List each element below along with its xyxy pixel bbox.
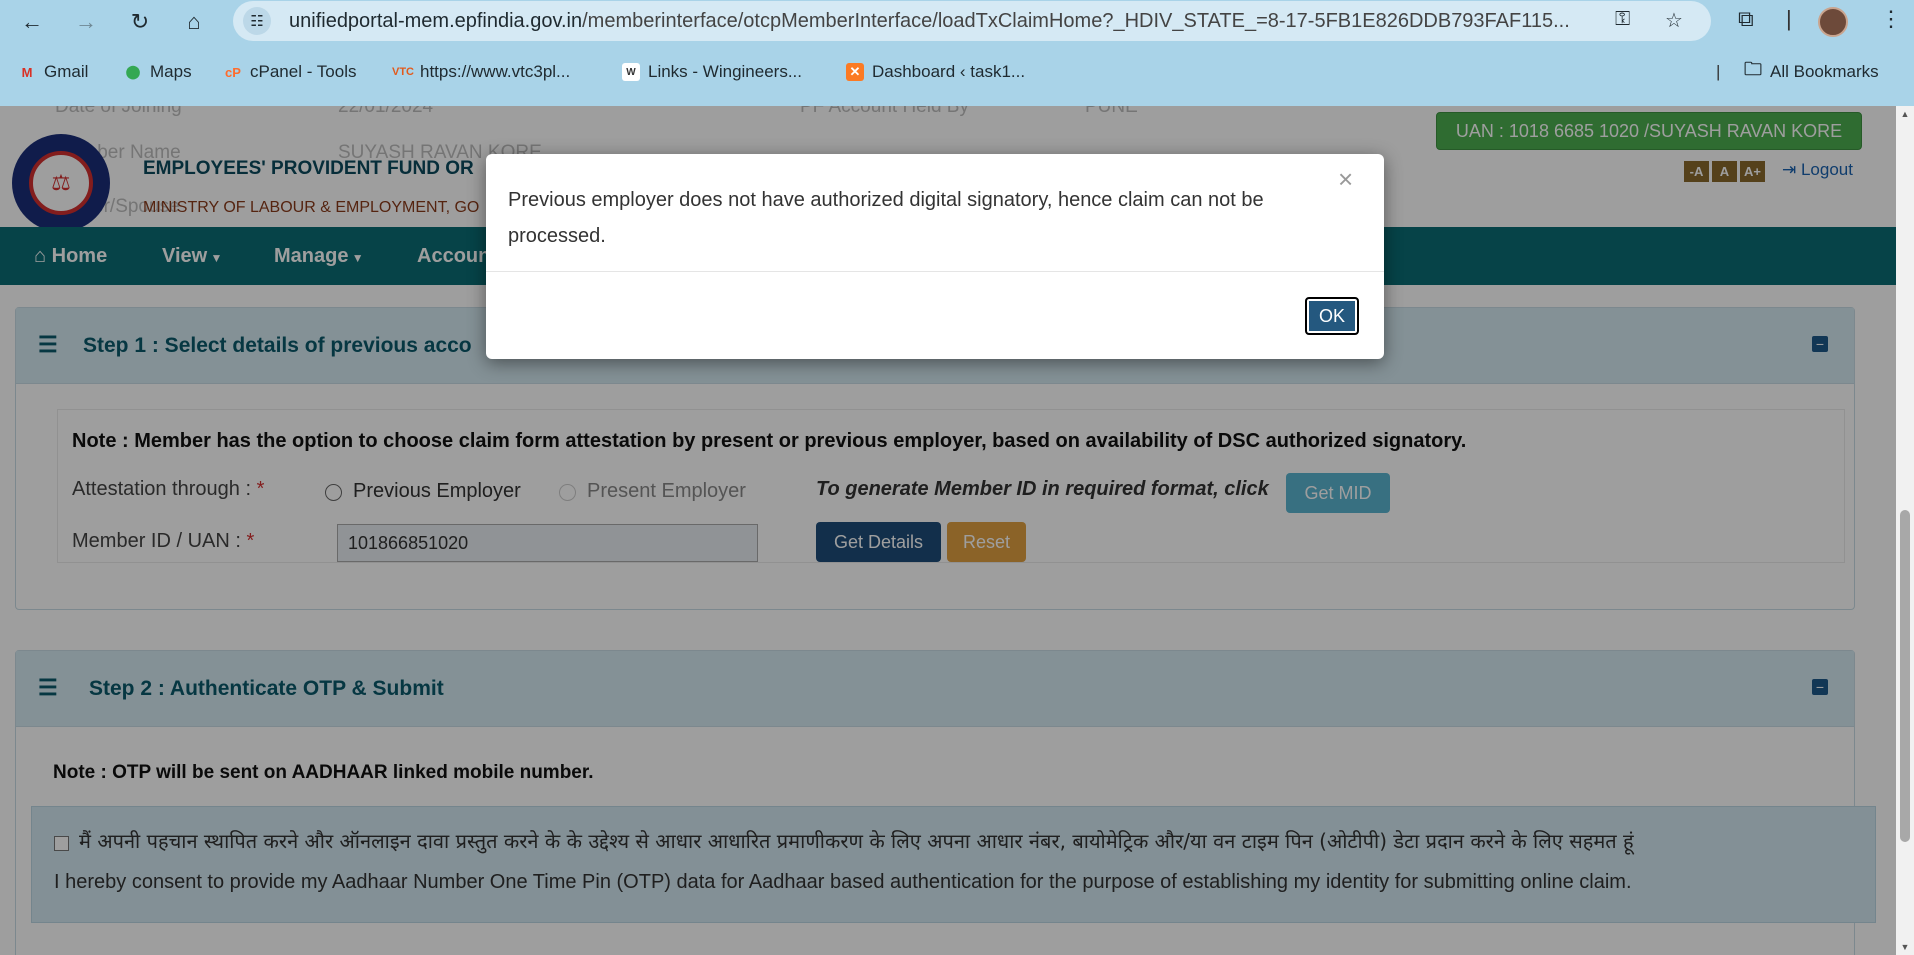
bookmark-label: Links - Wingineers... — [648, 62, 802, 81]
maps-icon: ⬤ — [125, 64, 141, 79]
extensions-icon[interactable]: ⧉ — [1738, 6, 1754, 32]
forward-icon[interactable]: → — [70, 6, 102, 38]
toolbar-divider: | — [1786, 6, 1792, 31]
bookmark-wingineers[interactable]: W Links - Wingineers... — [622, 62, 802, 82]
star-icon[interactable]: ☆ — [1665, 8, 1683, 33]
address-bar[interactable]: ☷ unifiedportal-mem.epfindia.gov.in/memb… — [233, 1, 1711, 41]
ok-button[interactable]: OK — [1305, 297, 1359, 335]
all-bookmarks-label: All Bookmarks — [1770, 62, 1879, 81]
bookmark-label: Maps — [150, 62, 192, 81]
scroll-up-icon[interactable]: ▲ — [1900, 109, 1910, 119]
browser-toolbar: ← → ↻ ⌂ ☷ unifiedportal-mem.epfindia.gov… — [0, 0, 1914, 42]
page-scrollbar[interactable]: ▲ ▼ — [1896, 106, 1914, 955]
wingineers-icon: W — [622, 63, 640, 81]
modal-divider — [486, 271, 1384, 272]
bookmark-cpanel[interactable]: cP cPanel - Tools — [224, 62, 356, 82]
bookmarks-divider: | — [1716, 62, 1721, 81]
bookmark-dashboard[interactable]: ✕ Dashboard ‹ task1... — [846, 62, 1025, 82]
vtc-icon: VTC — [392, 66, 414, 78]
bookmark-label: https://www.vtc3pl... — [420, 62, 571, 81]
bookmark-label: Gmail — [44, 62, 89, 81]
site-settings-icon[interactable]: ☷ — [243, 7, 271, 35]
close-icon[interactable]: × — [1338, 164, 1353, 195]
back-icon[interactable]: ← — [16, 6, 48, 38]
bookmark-vtc[interactable]: VTC https://www.vtc3pl... — [392, 62, 571, 82]
more-menu-icon[interactable]: ⋮ — [1880, 6, 1902, 32]
bookmark-label: cPanel - Tools — [250, 62, 357, 81]
gmail-icon: M — [21, 64, 33, 80]
bookmark-label: Dashboard ‹ task1... — [872, 62, 1026, 81]
alert-dialog: Previous employer does not have authoriz… — [486, 154, 1384, 359]
all-bookmarks[interactable]: 🗀 All Bookmarks — [1744, 59, 1879, 82]
bookmark-gmail[interactable]: M Gmail — [18, 62, 89, 82]
cpanel-icon: cP — [225, 64, 241, 80]
bookmark-maps[interactable]: ⬤ Maps — [124, 62, 192, 82]
browser-chrome: ← → ↻ ⌂ ☷ unifiedportal-mem.epfindia.gov… — [0, 0, 1914, 106]
reload-icon[interactable]: ↻ — [124, 6, 156, 38]
scroll-down-icon[interactable]: ▼ — [1900, 942, 1910, 952]
profile-avatar[interactable] — [1818, 7, 1848, 37]
xampp-icon: ✕ — [846, 63, 864, 81]
home-icon[interactable]: ⌂ — [178, 6, 210, 38]
url-text[interactable]: unifiedportal-mem.epfindia.gov.in/member… — [289, 10, 1570, 33]
bookmarks-bar: M Gmail ⬤ Maps cP cPanel - Tools VTC https:/… — [0, 56, 1914, 92]
key-icon[interactable]: ⚿ — [1615, 8, 1630, 31]
folder-icon: 🗀 — [1744, 59, 1762, 79]
alert-message: Previous employer does not have authoriz… — [508, 189, 1264, 247]
scroll-thumb[interactable] — [1900, 510, 1910, 842]
